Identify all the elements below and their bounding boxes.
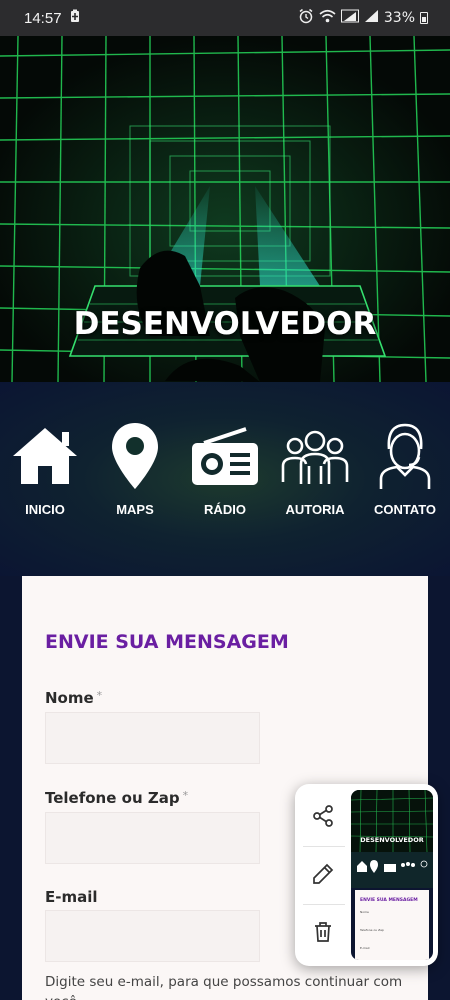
thumbnail-form-title: ENVIE SUA MENSAGEM xyxy=(360,898,418,903)
required-mark: * xyxy=(96,689,103,702)
form-title: ENVIE SUA MENSAGEM xyxy=(45,631,289,653)
nav-label: AUTORIA xyxy=(285,502,345,517)
email-field[interactable] xyxy=(45,910,260,962)
phone-label: Telefone ou Zap * xyxy=(45,789,188,807)
divider xyxy=(303,846,345,847)
person-icon xyxy=(360,420,450,492)
nav-item-inicio[interactable]: INICIO xyxy=(0,420,90,517)
nav-label: INICIO xyxy=(25,502,65,517)
name-field[interactable] xyxy=(45,712,260,764)
required-mark: * xyxy=(182,789,189,802)
thumbnail-label: Nome xyxy=(360,910,369,914)
thumbnail-label: Telefone ou Zap xyxy=(360,928,384,932)
signal-icon xyxy=(364,9,379,27)
phone-field[interactable] xyxy=(45,812,260,864)
thumbnail-nav-icons xyxy=(357,860,428,873)
status-time: 14:57 xyxy=(24,9,62,27)
thumbnail-form: ENVIE SUA MENSAGEM Nome Telefone ou Zap … xyxy=(355,890,429,960)
battery-icon xyxy=(420,12,428,24)
main-nav: INICIO MAPS RÁDIO AUTORIA CONTATO xyxy=(0,382,450,576)
screenshot-thumbnail[interactable]: DESENVOLVEDOR ENVIE SUA MENSAGEM Nome Te… xyxy=(351,790,433,960)
thumbnail-title: DESENVOLVEDOR xyxy=(360,836,424,844)
share-icon[interactable] xyxy=(305,798,341,834)
battery-percent: 33% xyxy=(383,10,415,26)
hero-title: DESENVOLVEDOR xyxy=(73,306,377,342)
nav-label: RÁDIO xyxy=(204,502,246,517)
email-label: E-mail xyxy=(45,888,98,906)
nav-item-maps[interactable]: MAPS xyxy=(90,420,180,517)
hero-banner: DESENVOLVEDOR xyxy=(0,36,450,382)
thumbnail-nav xyxy=(351,852,433,888)
edit-icon[interactable] xyxy=(305,856,341,892)
screenshot-toolbar: DESENVOLVEDOR ENVIE SUA MENSAGEM Nome Te… xyxy=(295,784,438,966)
nav-item-contato[interactable]: CONTATO xyxy=(360,420,450,517)
nav-label: MAPS xyxy=(116,502,154,517)
wifi-icon xyxy=(319,9,336,27)
nav-item-autoria[interactable]: AUTORIA xyxy=(270,420,360,517)
map-pin-icon xyxy=(90,420,180,492)
phone-label-text: Telefone ou Zap xyxy=(45,789,180,807)
thumbnail-label: E-mail xyxy=(360,946,370,950)
name-label-text: Nome xyxy=(45,689,94,707)
divider xyxy=(303,904,345,905)
delete-icon[interactable] xyxy=(305,914,341,950)
status-bar: 14:57 33% xyxy=(0,0,450,36)
nav-item-radio[interactable]: RÁDIO xyxy=(180,420,270,517)
name-label: Nome * xyxy=(45,689,102,707)
group-icon xyxy=(270,420,360,492)
signal-icon xyxy=(340,9,359,27)
battery-saver-icon xyxy=(70,9,80,27)
home-icon xyxy=(0,420,90,492)
alarm-icon xyxy=(298,8,314,28)
nav-label: CONTATO xyxy=(373,502,437,517)
email-help-text: Digite seu e-mail, para que possamos con… xyxy=(45,974,403,1000)
radio-icon xyxy=(180,420,270,492)
